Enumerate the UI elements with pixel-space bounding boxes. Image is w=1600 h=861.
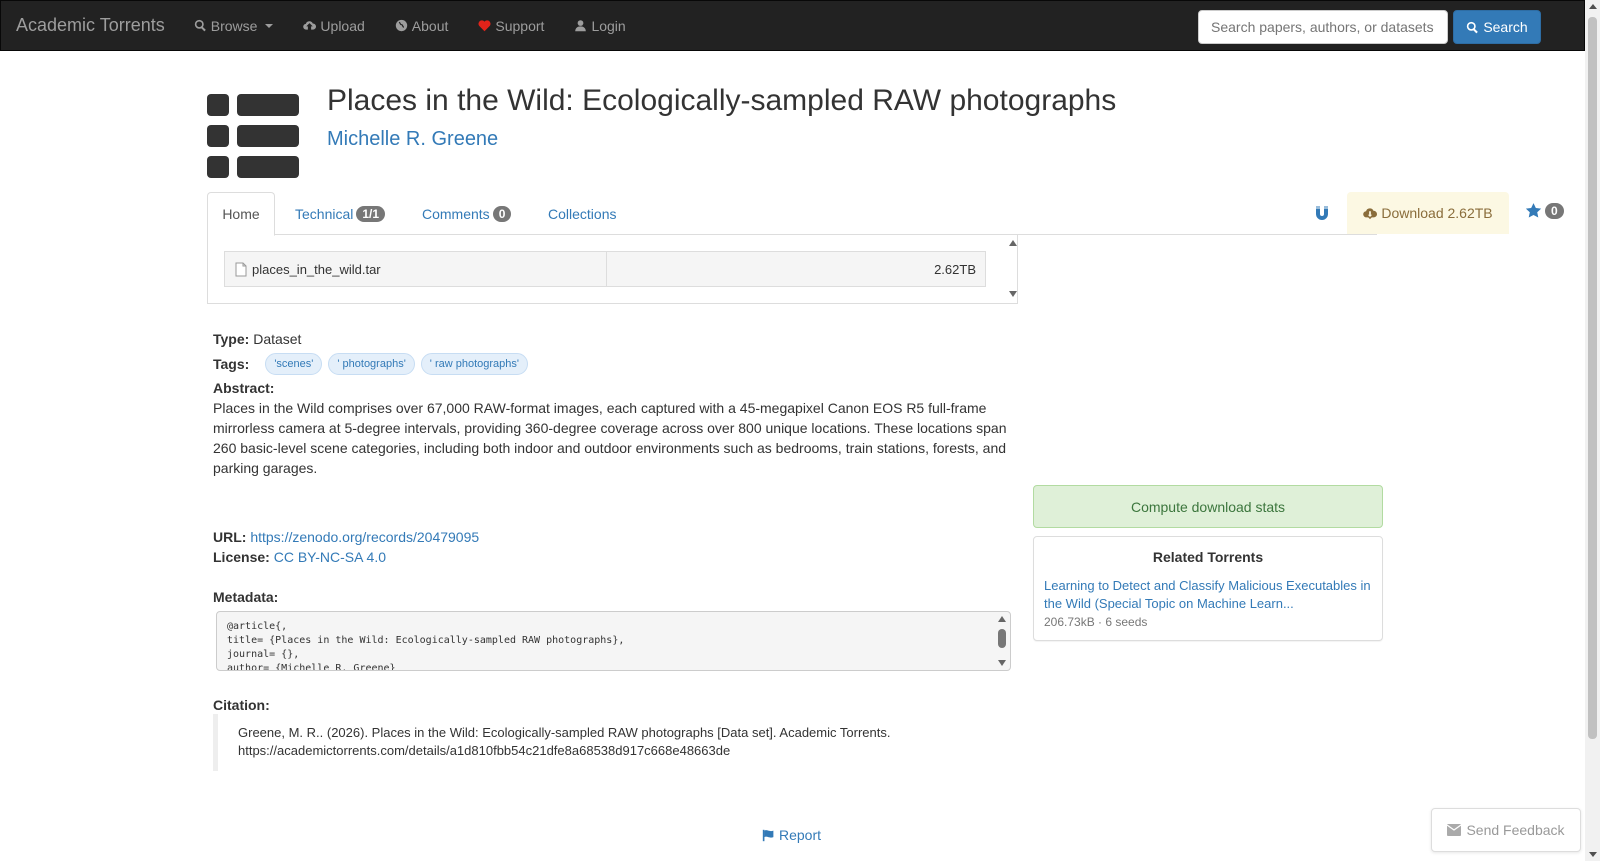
page-scrollbar[interactable] <box>1585 0 1600 861</box>
heart-icon <box>478 20 491 32</box>
tags-label: Tags: <box>213 356 250 372</box>
citation-text: Greene, M. R.. (2026). Places in the Wil… <box>213 714 1013 771</box>
metadata-scroll-up-icon[interactable] <box>998 616 1006 622</box>
report-link[interactable]: Report <box>762 827 821 843</box>
search-icon <box>1467 21 1479 33</box>
user-icon <box>575 20 587 32</box>
license-link[interactable]: CC BY-NC-SA 4.0 <box>274 549 386 565</box>
url-label: URL: <box>213 529 247 545</box>
tab-bar: Home Technical 1/1 Comments 0 Collection… <box>207 192 1564 236</box>
metadata-scroll-down-icon[interactable] <box>998 660 1006 666</box>
license-label: License: <box>213 549 270 565</box>
nav-support-label: Support <box>495 17 545 34</box>
abstract-text: Places in the Wild comprises over 67,000… <box>213 400 1007 476</box>
tab-technical-label: Technical <box>295 205 354 222</box>
metadata-scrollbar[interactable] <box>995 612 1009 670</box>
metadata-scroll-thumb[interactable] <box>998 629 1006 648</box>
url-line: URL: https://zenodo.org/records/20479095 <box>213 529 479 545</box>
chevron-down-icon <box>265 23 274 28</box>
search-button-label: Search <box>1483 19 1528 35</box>
nav-browse-label: Browse <box>210 17 258 34</box>
page-title: Places in the Wild: Ecologically-sampled… <box>327 84 1117 117</box>
related-title: Related Torrents <box>1152 549 1264 565</box>
author-link[interactable]: Michelle R. Greene <box>327 128 498 151</box>
globe-icon <box>395 19 407 32</box>
nav-about-label: About <box>411 17 449 34</box>
scrollbar-thumb[interactable] <box>1588 17 1597 739</box>
search-input[interactable] <box>1198 10 1448 44</box>
star-icon <box>1525 203 1542 218</box>
scroll-down-icon[interactable] <box>1589 852 1597 857</box>
file-name: places_in_the_wild.tar <box>252 261 381 277</box>
brand-link[interactable]: Academic Torrents <box>16 15 165 36</box>
related-torrent-meta: 206.73kB · 6 seeds <box>1044 615 1148 629</box>
download-button-label: Download 2.62TB <box>1381 205 1493 221</box>
type-label: Type: <box>213 331 250 347</box>
envelope-icon <box>1447 824 1462 836</box>
magnet-icon[interactable] <box>1314 204 1330 222</box>
compute-stats-button[interactable]: Compute download stats <box>1033 485 1383 528</box>
file-size: 2.62TB <box>934 261 976 277</box>
type-value: Dataset <box>253 331 302 347</box>
technical-badge: 1/1 <box>356 205 386 222</box>
nav-login[interactable]: Login <box>559 18 640 34</box>
file-list-scroll-down-icon[interactable] <box>1009 291 1017 297</box>
tab-comments[interactable]: Comments 0 <box>422 192 512 235</box>
tab-technical[interactable]: Technical 1/1 <box>295 192 386 235</box>
tag-chip[interactable]: ' photographs' <box>328 353 415 375</box>
cloud-download-icon <box>1363 208 1378 220</box>
tab-collections[interactable]: Collections <box>548 192 616 235</box>
tags-line: Tags: 'scenes' ' photographs' ' raw phot… <box>213 353 528 375</box>
send-feedback-button[interactable]: Send Feedback <box>1431 808 1581 852</box>
list-icon <box>207 94 299 178</box>
star-count-badge: 0 <box>1545 202 1564 219</box>
nav-login-label: Login <box>591 17 626 34</box>
type-line: Type: Dataset <box>213 331 301 347</box>
flag-icon <box>762 829 774 841</box>
file-list-scroll-up-icon[interactable] <box>1009 240 1017 246</box>
report-label: Report <box>779 827 822 843</box>
tag-chip[interactable]: ' raw photographs' <box>420 353 528 375</box>
related-torrents-panel: Related Torrents Learning to Detect and … <box>1033 536 1383 641</box>
file-name-cell: places_in_the_wild.tar <box>225 252 607 286</box>
url-link[interactable]: https://zenodo.org/records/20479095 <box>250 529 479 545</box>
nav-about[interactable]: About <box>380 18 464 34</box>
metadata-box[interactable]: @article{, title= {Places in the Wild: E… <box>216 611 1011 671</box>
file-icon <box>235 262 247 276</box>
comments-badge: 0 <box>492 205 512 222</box>
nav-support[interactable]: Support <box>463 18 559 34</box>
nav-upload-label: Upload <box>320 17 365 34</box>
scroll-up-icon[interactable] <box>1589 4 1597 9</box>
tab-comments-label: Comments <box>422 205 490 222</box>
cloud-upload-icon <box>303 21 317 30</box>
nav-upload[interactable]: Upload <box>288 18 379 34</box>
tab-collections-label: Collections <box>548 205 617 222</box>
nav-browse[interactable]: Browse <box>179 18 289 34</box>
tab-home[interactable]: Home <box>207 192 275 236</box>
license-line: License: CC BY-NC-SA 4.0 <box>213 549 386 565</box>
navbar: Academic Torrents Browse Upload About Su… <box>0 0 1585 51</box>
tag-chip[interactable]: 'scenes' <box>265 353 323 375</box>
star-button[interactable]: 0 <box>1525 202 1564 219</box>
related-torrent-link[interactable]: Learning to Detect and Classify Maliciou… <box>1044 577 1374 613</box>
file-row[interactable]: places_in_the_wild.tar 2.62TB <box>224 251 986 287</box>
download-button[interactable]: Download 2.62TB <box>1347 192 1509 234</box>
metadata-label: Metadata: <box>213 589 279 605</box>
citation-label: Citation: <box>213 697 270 713</box>
tab-home-label: Home <box>222 206 260 222</box>
search-icon <box>194 19 206 32</box>
abstract-label: Abstract: <box>213 380 275 396</box>
file-list: places_in_the_wild.tar 2.62TB <box>207 235 1018 304</box>
search-button[interactable]: Search <box>1453 10 1541 44</box>
send-feedback-label: Send Feedback <box>1466 822 1565 838</box>
